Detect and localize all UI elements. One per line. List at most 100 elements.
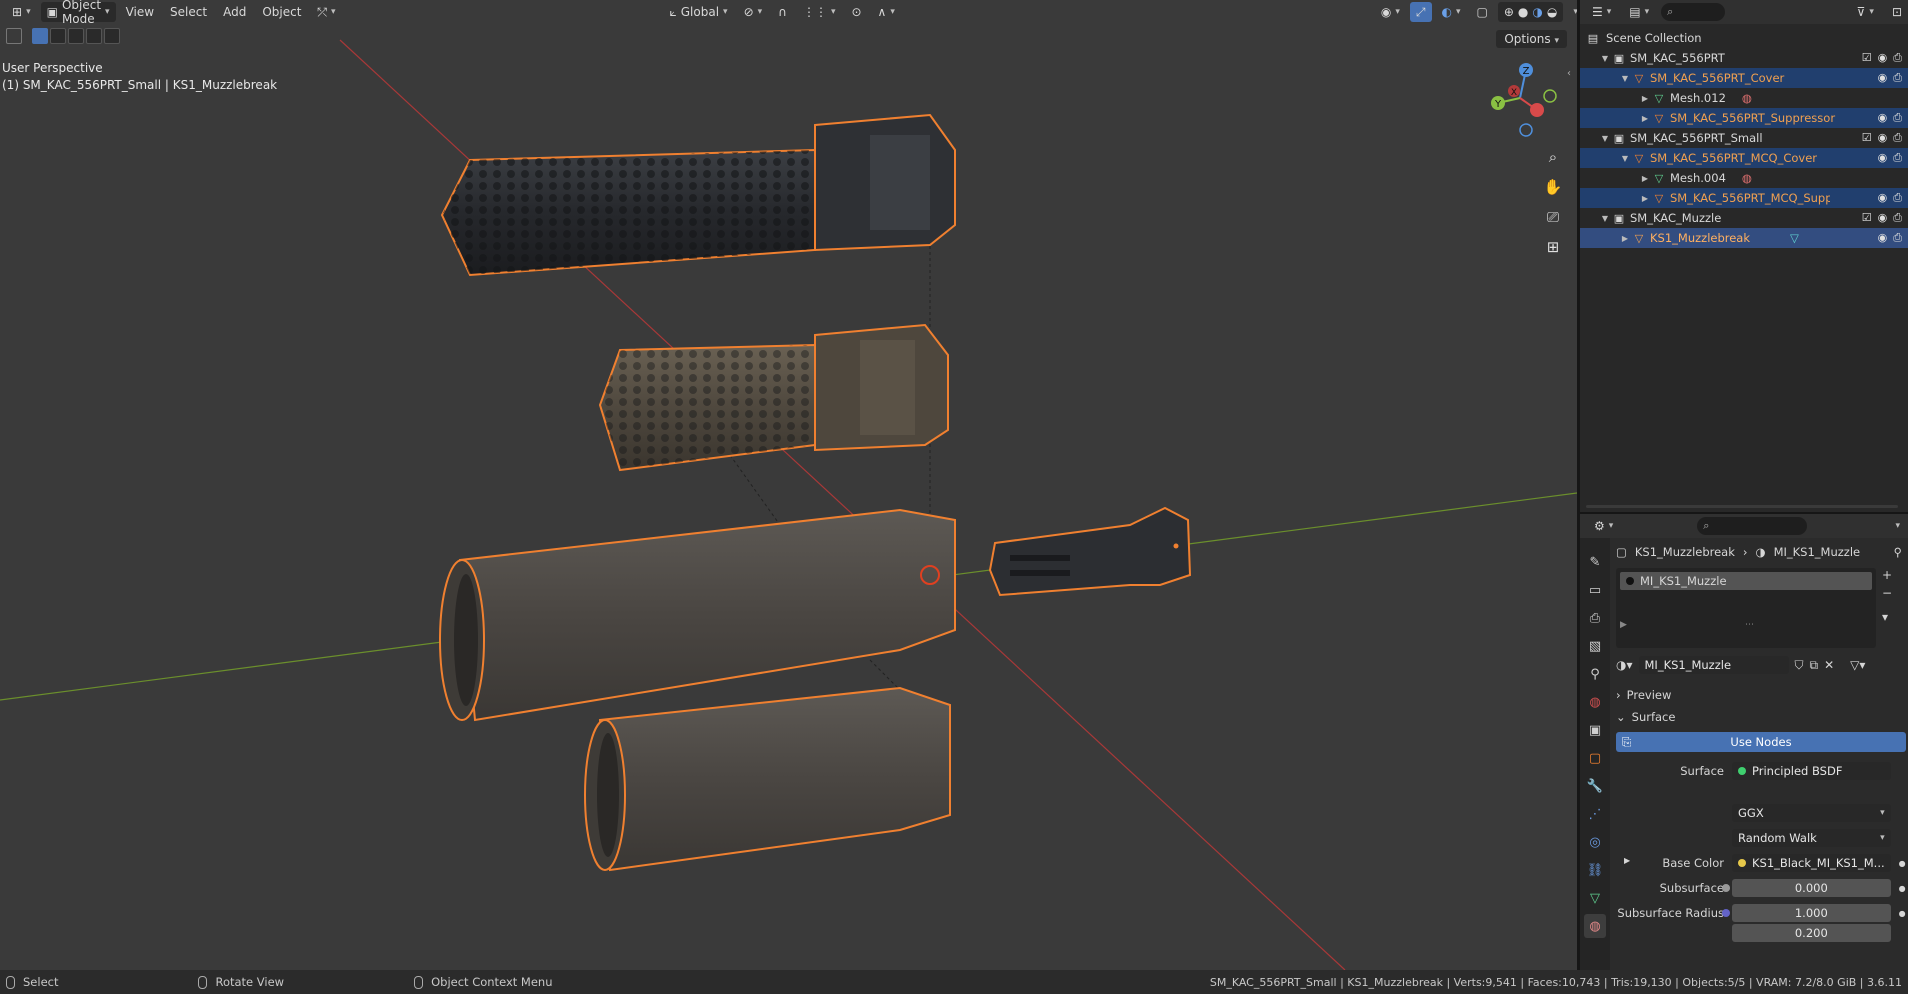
eye-icon[interactable]: ◉ <box>1878 211 1888 225</box>
visibility-dropdown[interactable]: ◉ ▾ <box>1375 2 1406 22</box>
camera-render-icon[interactable]: ⎙ <box>1893 191 1902 205</box>
expand-arrow-icon[interactable]: ▼ <box>1618 154 1632 163</box>
expand-arrow-icon[interactable]: ▶ <box>1638 194 1652 203</box>
object-tab-icon[interactable]: ▢ <box>1584 746 1606 770</box>
surface-panel-header[interactable]: ⌄ Surface <box>1616 706 1906 728</box>
material-tab-icon[interactable]: ◍ <box>1584 914 1606 938</box>
gizmo-toggle-button[interactable]: ⤱ ▾ <box>311 2 341 22</box>
subsurface-radius-y-field[interactable]: 0.200 <box>1732 924 1891 942</box>
snap-target-dropdown[interactable]: ⋮⋮ ▾ <box>797 2 842 22</box>
add-slot-icon[interactable]: + <box>1882 568 1892 582</box>
select-subtract-icon[interactable] <box>68 28 84 44</box>
hand-pan-icon[interactable]: ✋ <box>1540 174 1566 200</box>
remove-slot-icon[interactable]: − <box>1882 586 1892 600</box>
expand-arrow-icon[interactable]: ▶ <box>1638 174 1652 183</box>
camera-render-icon[interactable]: ⎙ <box>1893 231 1902 245</box>
slot-menu-chevron-icon[interactable]: ▾ <box>1882 610 1892 624</box>
sidebar-toggle-chevron-icon[interactable]: ‹ <box>1567 68 1571 79</box>
tree-row-collection[interactable]: ▼ ▣ SM_KAC_556PRT ☑ ◉ ⎙ <box>1580 48 1908 68</box>
pivot-point-dropdown[interactable]: ⊘ ▾ <box>738 2 769 22</box>
keyframe-dot-icon[interactable]: ● <box>1899 859 1908 868</box>
subsurface-value-field[interactable]: 0.000 <box>1722 879 1891 897</box>
falloff-dropdown[interactable]: ∧ ▾ <box>872 2 901 22</box>
tree-row-mesh-data[interactable]: ▶ ▽ Mesh.012 ◍ <box>1580 88 1908 108</box>
tree-row-collection[interactable]: ▼ ▣ SM_KAC_556PRT_Small ☑ ◉ ⎙ <box>1580 128 1908 148</box>
checkbox-icon[interactable]: ☑ <box>1862 131 1872 145</box>
expand-arrow-icon[interactable]: ▼ <box>1598 134 1612 143</box>
3d-viewport[interactable]: ⊞ ▾ ▣ Object Mode ▾ View Select Add Object … <box>0 0 1577 970</box>
outliner-scrollbar[interactable] <box>1586 505 1898 508</box>
proportional-edit-toggle[interactable]: ⊙ <box>845 2 867 22</box>
eye-icon[interactable]: ◉ <box>1878 71 1888 85</box>
keyframe-dot-icon[interactable]: ● <box>1899 909 1908 918</box>
eye-icon[interactable]: ◉ <box>1878 131 1888 145</box>
tree-row-mesh-data[interactable]: ▶ ▽ Mesh.004 ◍ <box>1580 168 1908 188</box>
tree-row-object[interactable]: ▶ ▽ SM_KAC_556PRT_Suppressor ◉ ⎙ <box>1580 108 1908 128</box>
select-intersect-icon[interactable] <box>104 28 120 44</box>
properties-search-input[interactable]: ⌕ <box>1697 517 1808 535</box>
modifier-tab-icon[interactable]: 🔧 <box>1584 774 1606 798</box>
camera-render-icon[interactable]: ⎙ <box>1893 71 1902 85</box>
camera-render-icon[interactable]: ⎙ <box>1893 111 1902 125</box>
tree-row-object[interactable]: ▼ ▽ SM_KAC_556PRT_MCQ_Cover ◉ ⎙ <box>1580 148 1908 168</box>
expand-arrow-icon[interactable]: ▶ <box>1620 620 1627 630</box>
use-nodes-button[interactable]: ⎘ Use Nodes <box>1616 732 1906 752</box>
camera-render-icon[interactable]: ⎙ <box>1893 131 1902 145</box>
properties-options-chevron-icon[interactable]: ▾ <box>1895 521 1900 531</box>
checkbox-icon[interactable]: ☑ <box>1862 211 1872 225</box>
eye-icon[interactable]: ◉ <box>1878 151 1888 165</box>
preview-panel-header[interactable]: › Preview <box>1616 684 1906 706</box>
material-slot-item[interactable]: MI_KS1_Muzzle <box>1620 572 1872 590</box>
menu-object[interactable]: Object <box>256 5 307 19</box>
tool-tab-icon[interactable]: ✎ <box>1584 550 1606 574</box>
surface-shader-field[interactable]: Principled BSDF <box>1732 762 1891 780</box>
transform-orientation-dropdown[interactable]: ⟀ Global ▾ <box>664 2 734 22</box>
select-tool-icon[interactable] <box>6 28 22 44</box>
camera-render-icon[interactable]: ⎙ <box>1893 151 1902 165</box>
camera-render-icon[interactable]: ⎙ <box>1893 51 1902 65</box>
tree-row-active-object[interactable]: ▶ ▽ KS1_Muzzlebreak ▽ ◉ ⎙ <box>1580 228 1908 248</box>
material-shading-icon[interactable]: ◑ <box>1532 5 1542 19</box>
view-layer-tab-icon[interactable]: ▧ <box>1584 634 1606 658</box>
constraints-tab-icon[interactable]: ⛓ <box>1584 858 1606 882</box>
gizmos-toggle[interactable]: ⤢ <box>1409 2 1432 22</box>
overlays-dropdown[interactable]: ◐ ▾ <box>1436 2 1467 22</box>
material-slot-list[interactable]: MI_KS1_Muzzle ▶ ⋯ <box>1616 568 1876 648</box>
eye-icon[interactable]: ◉ <box>1878 111 1888 125</box>
render-tab-icon[interactable]: ▭ <box>1584 578 1606 602</box>
camera-render-icon[interactable]: ⎙ <box>1893 211 1902 225</box>
expand-arrow-icon[interactable]: ▶ <box>1618 234 1632 243</box>
fake-user-icon[interactable]: ⛉ <box>1795 658 1804 673</box>
outliner-search-input[interactable]: ⌕ <box>1661 3 1725 21</box>
keyframe-dot-icon[interactable]: ● <box>1899 884 1908 893</box>
menu-view[interactable]: View <box>120 5 160 19</box>
tree-row-scene-collection[interactable]: ▤ Scene Collection <box>1580 28 1908 48</box>
new-collection-button[interactable]: ⊡ <box>1886 2 1908 22</box>
eye-icon[interactable]: ◉ <box>1878 191 1888 205</box>
zoom-icon[interactable]: ⌕ <box>1540 144 1566 170</box>
pin-icon[interactable]: ⚲ <box>1894 545 1902 559</box>
tree-row-object[interactable]: ▶ ▽ SM_KAC_556PRT_MCQ_Suppres ◉⎙ <box>1580 188 1908 208</box>
subsurface-radius-x-field[interactable]: 1.000 <box>1722 904 1891 922</box>
expand-arrow-icon[interactable]: ▶ <box>1638 114 1652 123</box>
physics-tab-icon[interactable]: ◎ <box>1584 830 1606 854</box>
mode-dropdown[interactable]: ▣ Object Mode ▾ <box>40 0 116 26</box>
select-extend-icon[interactable] <box>50 28 66 44</box>
unlink-icon[interactable]: ✕ <box>1824 658 1834 672</box>
world-tab-icon[interactable]: ◍ <box>1584 690 1606 714</box>
expand-arrow-icon[interactable]: ▼ <box>1598 54 1612 63</box>
menu-add[interactable]: Add <box>217 5 252 19</box>
xray-toggle[interactable]: ▢ <box>1471 2 1494 22</box>
subsurface-method-dropdown[interactable]: Random Walk ▾ <box>1732 829 1891 847</box>
filter-dropdown[interactable]: ⊽ ▾ <box>1851 2 1880 22</box>
base-color-field[interactable]: KS1_Black_MI_KS1_M... <box>1732 854 1891 872</box>
wireframe-shading-icon[interactable]: ⊕ <box>1504 5 1514 19</box>
snap-toggle[interactable]: ∩ <box>772 2 793 22</box>
select-invert-icon[interactable] <box>86 28 102 44</box>
camera-icon[interactable]: ⎚ <box>1540 204 1566 230</box>
properties-editor-type-button[interactable]: ⚙ ▾ <box>1588 516 1619 536</box>
material-link-dropdown[interactable]: ▽▾ <box>1850 658 1865 672</box>
options-dropdown[interactable]: Options ▾ <box>1496 30 1567 48</box>
collection-tab-icon[interactable]: ▣ <box>1584 718 1606 742</box>
expand-arrow-icon[interactable]: ▶ <box>1638 94 1652 103</box>
